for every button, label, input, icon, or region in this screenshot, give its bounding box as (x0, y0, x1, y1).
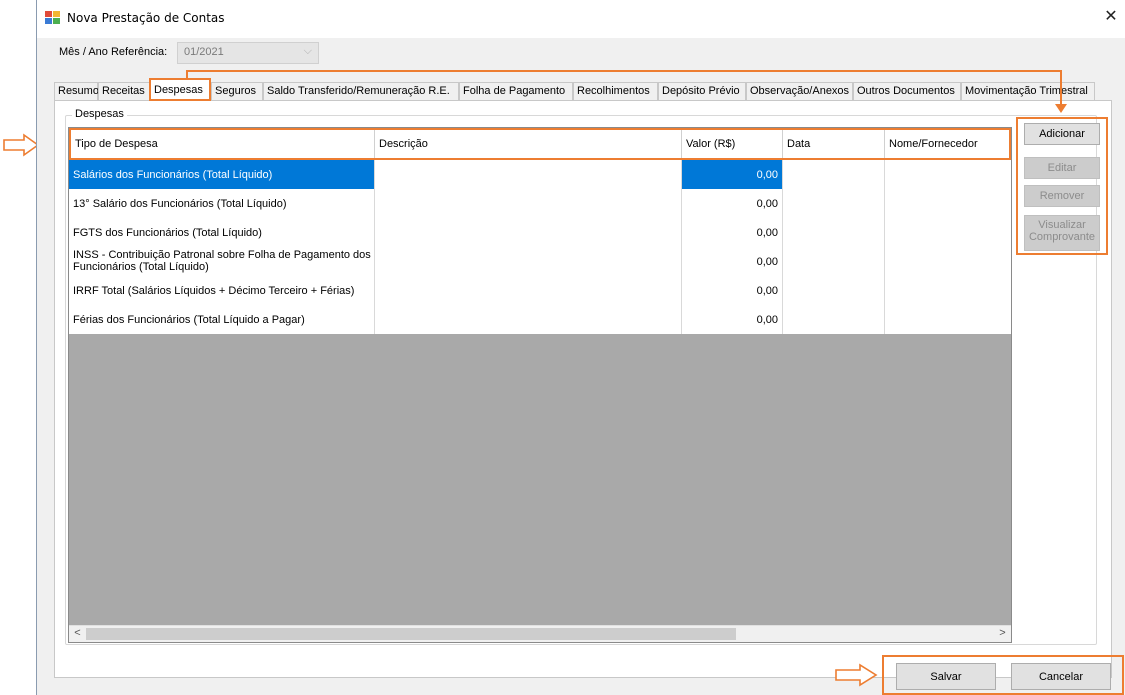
cell-fornecedor[interactable] (885, 189, 1011, 218)
title-bar: Nova Prestação de Contas ✕ (37, 0, 1125, 38)
add-button[interactable]: Adicionar (1024, 123, 1100, 145)
annotation-arrow-bottom (835, 663, 878, 687)
cell-descricao[interactable] (375, 247, 682, 276)
tab-recolhimentos[interactable]: Recolhimentos (573, 82, 658, 100)
cell-data[interactable] (783, 160, 885, 189)
table-row[interactable]: Férias dos Funcionários (Total Líquido a… (69, 305, 1011, 334)
actions-highlight: Adicionar Editar Remover Visualizar Comp… (1016, 117, 1108, 255)
cell-data[interactable] (783, 218, 885, 247)
remove-button[interactable]: Remover (1024, 185, 1100, 207)
tab-resumo[interactable]: Resumo (54, 82, 99, 100)
tab-seguros[interactable]: Seguros (211, 82, 263, 100)
cell-valor[interactable]: 0,00 (682, 160, 783, 189)
cell-tipo: Salários dos Funcionários (Total Líquido… (69, 160, 375, 189)
group-title: Despesas (72, 108, 127, 120)
cell-data[interactable] (783, 305, 885, 334)
tab-deposito-previo[interactable]: Depósito Prévio (658, 82, 746, 100)
cell-fornecedor[interactable] (885, 247, 1011, 276)
cell-descricao[interactable] (375, 305, 682, 334)
table-row[interactable]: FGTS dos Funcionários (Total Líquido) 0,… (69, 218, 1011, 247)
cell-tipo: 13° Salário dos Funcionários (Total Líqu… (69, 189, 375, 218)
cell-valor[interactable]: 0,00 (682, 189, 783, 218)
cell-fornecedor[interactable] (885, 160, 1011, 189)
annotation-connector (1060, 70, 1062, 108)
table-row[interactable]: INSS - Contribuição Patronal sobre Folha… (69, 247, 1011, 276)
cell-data[interactable] (783, 189, 885, 218)
grid-header: Tipo de Despesa Descrição Valor (R$) Dat… (69, 128, 1011, 160)
annotation-arrowhead (1055, 104, 1067, 113)
tab-panel-despesas: Despesas Tipo de Despesa Descrição Valor… (54, 100, 1112, 678)
table-row[interactable]: 13° Salário dos Funcionários (Total Líqu… (69, 189, 1011, 218)
cell-tipo: FGTS dos Funcionários (Total Líquido) (69, 218, 375, 247)
cell-tipo: IRRF Total (Salários Líquidos + Décimo T… (69, 276, 375, 305)
reference-select[interactable]: 01/2021 ⌵ (177, 42, 319, 64)
tab-despesas[interactable]: Despesas (149, 78, 211, 101)
cell-data[interactable] (783, 247, 885, 276)
cell-valor[interactable]: 0,00 (682, 218, 783, 247)
despesas-grid[interactable]: Tipo de Despesa Descrição Valor (R$) Dat… (68, 127, 1012, 643)
header-fornecedor[interactable]: Nome/Fornecedor (885, 130, 1009, 158)
cell-tipo: Férias dos Funcionários (Total Líquido a… (69, 305, 375, 334)
edit-button[interactable]: Editar (1024, 157, 1100, 179)
window-title: Nova Prestação de Contas (67, 11, 225, 25)
footer-highlight: Salvar Cancelar (882, 655, 1124, 695)
tab-movimentacao-trimestral[interactable]: Movimentação Trimestral (961, 82, 1095, 100)
header-tipo[interactable]: Tipo de Despesa (71, 130, 375, 158)
cell-valor[interactable]: 0,00 (682, 276, 783, 305)
cell-fornecedor[interactable] (885, 305, 1011, 334)
cell-data[interactable] (783, 276, 885, 305)
cell-descricao[interactable] (375, 189, 682, 218)
scroll-left-icon[interactable]: < (69, 627, 86, 642)
tab-observacao-anexos[interactable]: Observação/Anexos (746, 82, 853, 100)
tab-folha-pagamento[interactable]: Folha de Pagamento (459, 82, 573, 100)
save-button[interactable]: Salvar (896, 663, 996, 690)
horizontal-scrollbar[interactable]: < > (69, 625, 1011, 642)
chevron-down-icon: ⌵ (303, 45, 312, 57)
cell-descricao[interactable] (375, 218, 682, 247)
tab-receitas[interactable]: Receitas (98, 82, 150, 100)
tab-saldo-transferido[interactable]: Saldo Transferido/Remuneração R.E. (263, 82, 459, 100)
reference-value: 01/2021 (184, 46, 224, 58)
cell-fornecedor[interactable] (885, 218, 1011, 247)
cell-descricao[interactable] (375, 276, 682, 305)
cell-valor[interactable]: 0,00 (682, 305, 783, 334)
table-row[interactable]: Salários dos Funcionários (Total Líquido… (69, 160, 1011, 189)
header-valor[interactable]: Valor (R$) (682, 130, 783, 158)
dialog-window: Nova Prestação de Contas ✕ Mês / Ano Ref… (36, 0, 1125, 695)
header-descricao[interactable]: Descrição (375, 130, 682, 158)
cell-descricao[interactable] (375, 160, 682, 189)
cell-valor[interactable]: 0,00 (682, 247, 783, 276)
view-receipt-button[interactable]: Visualizar Comprovante (1024, 215, 1100, 251)
header-data[interactable]: Data (783, 130, 885, 158)
close-icon[interactable]: ✕ (1100, 6, 1122, 28)
scrollbar-thumb[interactable] (86, 628, 736, 640)
cell-tipo: INSS - Contribuição Patronal sobre Folha… (69, 247, 375, 276)
cancel-button[interactable]: Cancelar (1011, 663, 1111, 690)
reference-label: Mês / Ano Referência: (59, 46, 168, 58)
tab-outros-documentos[interactable]: Outros Documentos (853, 82, 961, 100)
cell-fornecedor[interactable] (885, 276, 1011, 305)
table-row[interactable]: IRRF Total (Salários Líquidos + Décimo T… (69, 276, 1011, 305)
app-icon (45, 11, 61, 25)
scroll-right-icon[interactable]: > (994, 627, 1011, 642)
annotation-connector (186, 70, 1062, 72)
